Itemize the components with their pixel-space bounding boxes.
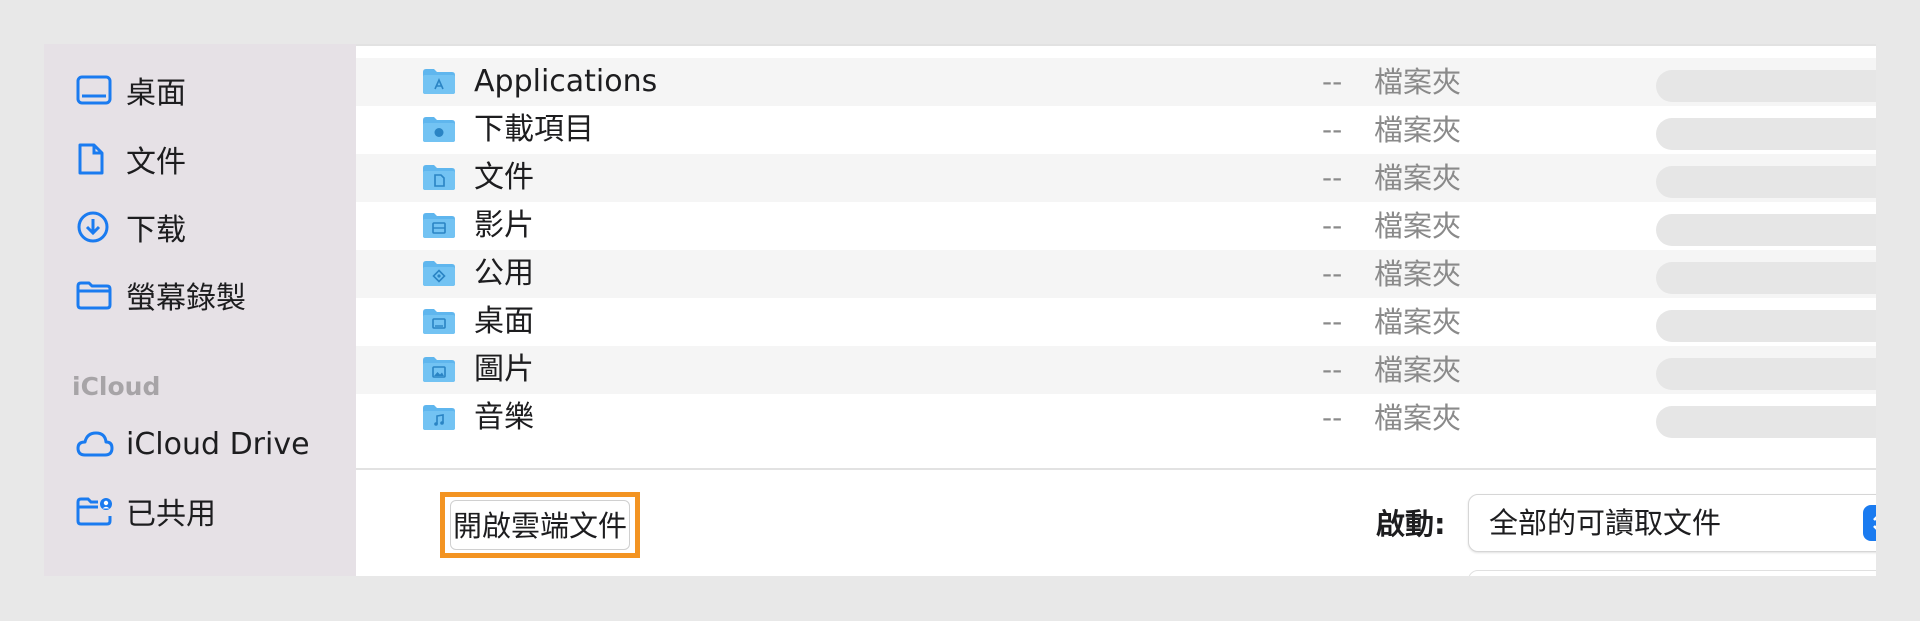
- downloads-folder-icon: [422, 115, 456, 143]
- file-date-placeholder: [1656, 262, 1876, 294]
- file-name: 音樂: [474, 400, 534, 435]
- open-dialog-window: 桌面 文件 下载 螢幕錄製 iCloud iCloud Drive 已共用 Ap…: [44, 44, 1876, 576]
- desktop-icon: [76, 71, 114, 109]
- documents-folder-icon: [422, 163, 456, 191]
- file-name: 下載項目: [474, 112, 594, 147]
- file-row-movies[interactable]: 影片 -- 檔案夾: [356, 202, 1876, 250]
- sidebar-item-downloads[interactable]: 下载: [76, 202, 186, 252]
- file-row-desktop[interactable]: 桌面 -- 檔案夾: [356, 298, 1876, 346]
- sidebar-item-icloud-drive[interactable]: iCloud Drive: [76, 419, 310, 469]
- file-kind: 檔案夾: [1374, 113, 1462, 147]
- file-kind: 檔案夾: [1374, 209, 1462, 243]
- file-date-placeholder: [1656, 166, 1876, 198]
- sidebar-section-icloud: iCloud: [72, 372, 161, 401]
- file-name: 影片: [474, 208, 534, 243]
- file-size: --: [1322, 353, 1343, 386]
- file-row-music[interactable]: 音樂 -- 檔案夾: [356, 394, 1876, 442]
- file-date-placeholder: [1656, 70, 1876, 102]
- sidebar-item-label: 桌面: [126, 76, 186, 111]
- sidebar-item-documents[interactable]: 文件: [76, 134, 186, 184]
- file-name: 桌面: [474, 304, 534, 339]
- file-size: --: [1322, 113, 1343, 146]
- applications-folder-icon: [422, 67, 456, 95]
- enable-type-select[interactable]: 全部的可讀取文件: [1468, 494, 1876, 552]
- music-folder-icon: [422, 403, 456, 431]
- file-date-placeholder: [1656, 406, 1876, 438]
- file-size: --: [1322, 209, 1343, 242]
- download-circle-icon: [76, 208, 114, 246]
- file-date-placeholder: [1656, 358, 1876, 390]
- pictures-folder-icon: [422, 355, 456, 383]
- file-size: --: [1322, 257, 1343, 290]
- public-folder-icon: [422, 259, 456, 287]
- file-date-placeholder: [1656, 310, 1876, 342]
- sidebar: 桌面 文件 下载 螢幕錄製 iCloud iCloud Drive 已共用: [44, 44, 356, 576]
- sidebar-item-label: 螢幕錄製: [126, 281, 246, 316]
- enable-type-value: 全部的可讀取文件: [1489, 506, 1722, 540]
- cloud-icon: [76, 425, 114, 463]
- sidebar-item-label: 下载: [126, 213, 186, 248]
- file-size: --: [1322, 305, 1343, 338]
- file-kind: 檔案夾: [1374, 401, 1462, 435]
- file-kind: 檔案夾: [1374, 353, 1462, 387]
- secondary-select[interactable]: [1468, 570, 1876, 576]
- file-name: 圖片: [474, 352, 534, 387]
- file-kind: 檔案夾: [1374, 65, 1462, 99]
- dialog-bottom-bar: 開啟雲端文件 啟動: 全部的可讀取文件: [356, 468, 1876, 576]
- file-row-pictures[interactable]: 圖片 -- 檔案夾: [356, 346, 1876, 394]
- folder-icon: [76, 276, 114, 314]
- file-size: --: [1322, 401, 1343, 434]
- file-row-downloads[interactable]: 下載項目 -- 檔案夾: [356, 106, 1876, 154]
- file-list: Applications -- 檔案夾 下載項目 -- 檔案夾 文件 -- 檔案…: [356, 44, 1876, 466]
- shared-folder-icon: [76, 492, 114, 530]
- file-size: --: [1322, 161, 1343, 194]
- file-row-applications[interactable]: Applications -- 檔案夾: [356, 58, 1876, 106]
- file-row-public[interactable]: 公用 -- 檔案夾: [356, 250, 1876, 298]
- sidebar-item-shared[interactable]: 已共用: [76, 486, 216, 536]
- sidebar-item-screen-recordings[interactable]: 螢幕錄製: [76, 270, 246, 320]
- enable-label: 啟動:: [1376, 507, 1446, 541]
- sidebar-item-label: 已共用: [126, 497, 216, 532]
- sidebar-item-label: iCloud Drive: [126, 426, 310, 462]
- file-name: 文件: [474, 160, 534, 195]
- file-date-placeholder: [1656, 118, 1876, 150]
- document-icon: [76, 140, 114, 178]
- sidebar-item-label: 文件: [126, 145, 186, 180]
- file-name: 公用: [474, 256, 534, 291]
- sidebar-item-desktop[interactable]: 桌面: [76, 65, 186, 115]
- movies-folder-icon: [422, 211, 456, 239]
- chevron-up-down-icon: [1863, 505, 1876, 541]
- file-row-documents[interactable]: 文件 -- 檔案夾: [356, 154, 1876, 202]
- file-date-placeholder: [1656, 214, 1876, 246]
- file-kind: 檔案夾: [1374, 257, 1462, 291]
- main-pane: Applications -- 檔案夾 下載項目 -- 檔案夾 文件 -- 檔案…: [356, 44, 1876, 576]
- file-kind: 檔案夾: [1374, 161, 1462, 195]
- desktop-folder-icon: [422, 307, 456, 335]
- open-cloud-documents-button[interactable]: 開啟雲端文件: [450, 500, 630, 550]
- file-size: --: [1322, 65, 1343, 98]
- file-name: Applications: [474, 64, 658, 99]
- file-kind: 檔案夾: [1374, 305, 1462, 339]
